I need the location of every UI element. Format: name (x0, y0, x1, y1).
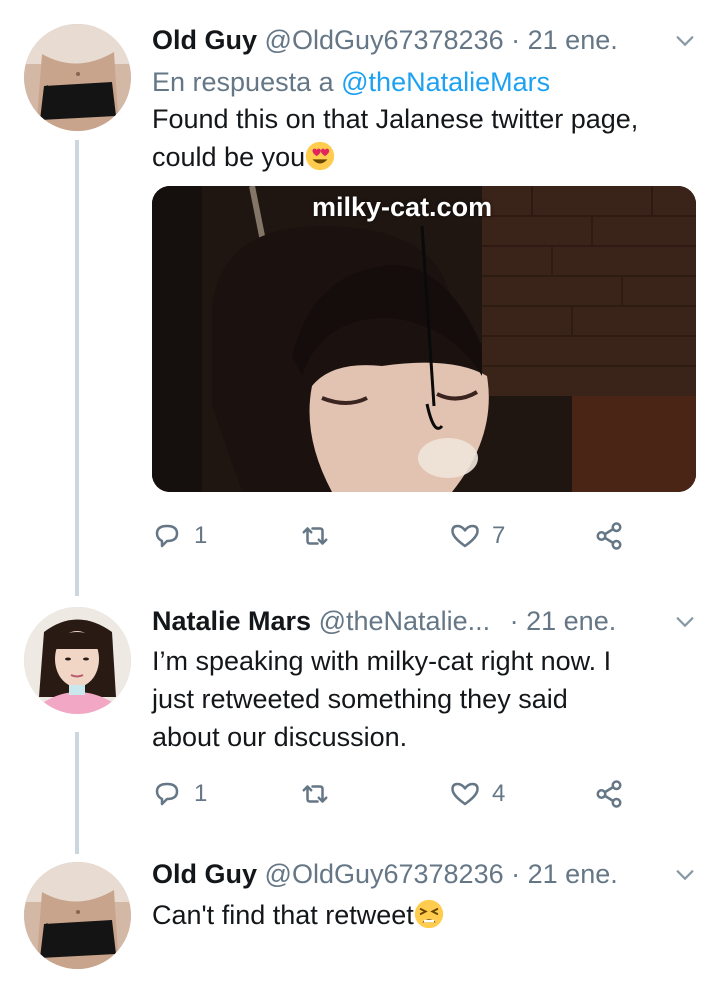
reply-mention-link[interactable]: @theNatalieMars (341, 67, 550, 97)
avatar[interactable] (24, 862, 131, 969)
tweet-text-line: I’m speaking with milky-cat right now. I (152, 646, 612, 676)
reply-count: 1 (194, 522, 208, 549)
reply-button[interactable]: 1 (152, 774, 207, 814)
timestamp[interactable]: 21 ene. (526, 606, 616, 636)
tweet-text-line: could be you (152, 142, 306, 172)
separator-dot: · (509, 606, 519, 636)
chevron-down-icon[interactable] (674, 611, 696, 633)
reply-prefix: En respuesta a (152, 67, 334, 97)
retweet-button[interactable] (300, 774, 342, 814)
heart-icon (451, 524, 479, 548)
user-handle[interactable]: @theNatalie... (319, 606, 491, 636)
chevron-down-icon[interactable] (674, 864, 696, 886)
tweet-header: Natalie Mars @theNatalie... · 21 ene. (152, 601, 696, 641)
retweet-icon (302, 527, 328, 545)
tweet[interactable]: Old Guy @OldGuy67378236 · 21 ene. Can't … (0, 850, 720, 994)
like-count: 4 (492, 780, 506, 807)
tweet-header: Old Guy @OldGuy67378236 · 21 ene. (152, 20, 696, 60)
display-name[interactable]: Natalie Mars (152, 606, 311, 636)
timestamp[interactable]: 21 ene. (528, 25, 618, 55)
like-count: 7 (492, 522, 506, 549)
tweet[interactable]: Old Guy @OldGuy67378236 · 21 ene. En res… (0, 0, 720, 600)
heart-icon (451, 782, 479, 806)
like-button[interactable]: 7 (450, 516, 505, 556)
avatar[interactable] (24, 24, 131, 131)
user-handle[interactable]: @OldGuy67378236 (265, 25, 504, 55)
timestamp[interactable]: 21 ene. (528, 859, 618, 889)
tweet-text: Can't find that retweet (152, 896, 696, 934)
tweet-text-line: about our discussion. (152, 722, 408, 752)
share-button[interactable] (594, 516, 624, 556)
reply-button[interactable]: 1 (152, 516, 207, 556)
display-name[interactable]: Old Guy (152, 25, 257, 55)
tweet-text: Found this on that Jalanese twitter page… (152, 100, 696, 176)
share-button[interactable] (594, 774, 624, 814)
reply-context: En respuesta a @theNatalieMars (152, 64, 696, 100)
avatar[interactable] (24, 607, 131, 714)
tweet-text-line: just retweeted something they said (152, 684, 568, 714)
tweet-header: Old Guy @OldGuy67378236 · 21 ene. (152, 854, 696, 894)
tired-face-emoji-icon (414, 899, 443, 929)
like-button[interactable]: 4 (450, 774, 505, 814)
tweet[interactable]: Natalie Mars @theNatalie... · 21 ene. I’… (0, 600, 720, 850)
media-watermark: milky-cat.com (312, 192, 493, 222)
separator-dot: · (511, 859, 521, 889)
share-icon (596, 522, 622, 550)
tweet-text: I’m speaking with milky-cat right now. I… (152, 642, 696, 756)
display-name[interactable]: Old Guy (152, 859, 257, 889)
tweet-actions: 1 7 (152, 516, 696, 556)
user-handle[interactable]: @OldGuy67378236 (265, 859, 504, 889)
tweet-media-image[interactable]: milky-cat.com (152, 186, 696, 492)
reply-icon (155, 782, 179, 806)
share-icon (596, 780, 622, 808)
tweet-text-line: Found this on that Jalanese twitter page… (152, 104, 639, 134)
reply-icon (155, 524, 179, 548)
heart-eyes-emoji-icon (305, 141, 335, 171)
retweet-button[interactable] (300, 516, 342, 556)
reply-count: 1 (194, 780, 208, 807)
tweet-text-line: Can't find that retweet (152, 900, 414, 930)
retweet-icon (302, 785, 328, 803)
tweet-actions: 1 4 (152, 774, 696, 814)
chevron-down-icon[interactable] (674, 30, 696, 52)
separator-dot: · (511, 25, 521, 55)
